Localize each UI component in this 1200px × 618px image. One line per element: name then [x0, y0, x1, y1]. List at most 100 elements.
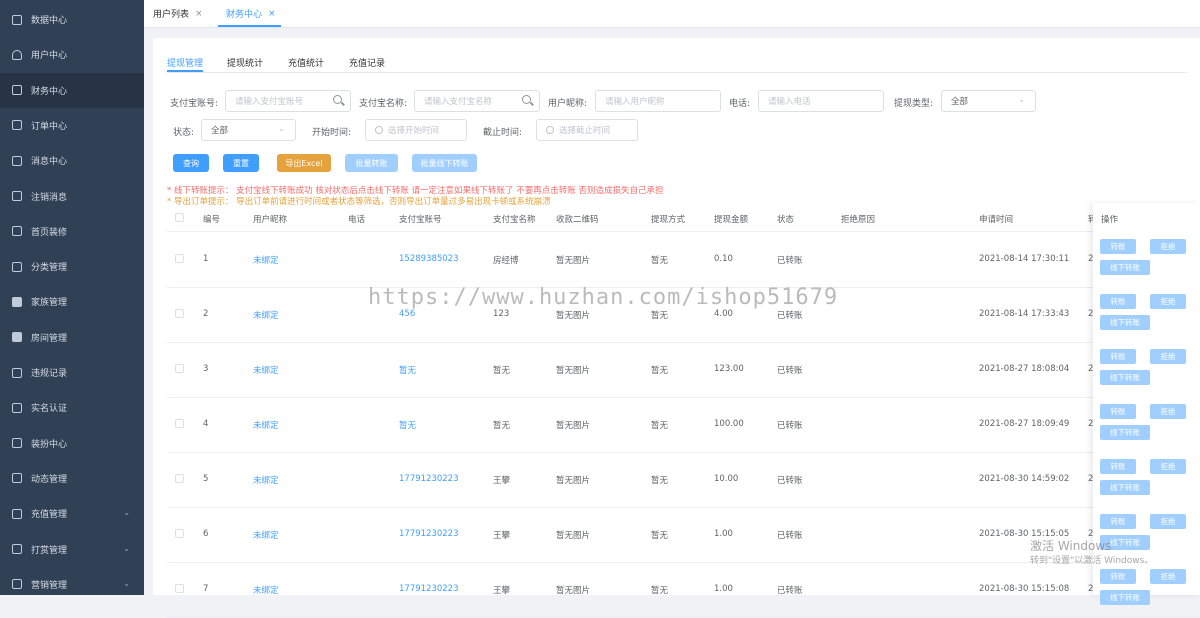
sidebar-item[interactable]: 充值管理 ⌄ — [0, 496, 144, 531]
alipay-account-label: 支付宝账号: — [170, 99, 219, 109]
sidebar-item[interactable]: 打赏管理 ⌄ — [0, 532, 144, 567]
cell-status: 已转账 — [777, 531, 803, 541]
reject-button[interactable]: 拒绝 — [1150, 459, 1186, 474]
room-icon — [12, 332, 22, 343]
start-time-picker[interactable]: 选择开始时间 — [365, 119, 467, 141]
cell-account[interactable]: 17791230223 — [399, 474, 459, 484]
reset-button[interactable]: 重置 — [223, 154, 259, 172]
export-excel-button[interactable]: 导出Excel — [277, 154, 331, 172]
reject-button[interactable]: 拒绝 — [1150, 349, 1186, 364]
transfer-button[interactable]: 转账 — [1100, 349, 1136, 364]
row-checkbox[interactable] — [175, 529, 184, 538]
reject-button[interactable]: 拒绝 — [1150, 514, 1186, 529]
cell-amount: 1.00 — [714, 529, 733, 539]
offline-transfer-button[interactable]: 线下转账 — [1100, 260, 1150, 275]
sidebar-item[interactable]: 家族管理 — [0, 284, 144, 319]
row-checkbox[interactable] — [175, 419, 184, 428]
cell-account[interactable]: 15289385023 — [399, 254, 459, 264]
main-content: 提现管理 提现统计 充值统计 充值记录 支付宝账号: 请输入支付宝账号 支付宝名… — [153, 38, 1200, 618]
cell-id: 2 — [203, 309, 209, 319]
cell-nickname[interactable]: 未绑定 — [253, 584, 279, 596]
sidebar-item[interactable]: 数据中心 — [0, 2, 144, 37]
alipay-name-input[interactable]: 请输入支付宝名称 — [414, 90, 540, 112]
reject-button[interactable]: 拒绝 — [1150, 569, 1186, 584]
phone-input[interactable]: 请输入电话 — [758, 90, 884, 112]
alipay-account-input[interactable]: 请输入支付宝账号 — [225, 90, 351, 112]
cell-amount: 0.10 — [714, 254, 733, 264]
cell-account[interactable]: 456 — [399, 309, 415, 319]
search-icon[interactable] — [522, 95, 531, 104]
reject-button[interactable]: 拒绝 — [1150, 294, 1186, 309]
sidebar-item-label: 营销管理 — [31, 580, 68, 591]
sidebar-item[interactable]: 违规记录 — [0, 355, 144, 390]
batch-transfer-button[interactable]: 批量转账 — [345, 154, 398, 172]
reject-button[interactable]: 拒绝 — [1150, 404, 1186, 419]
row-checkbox[interactable] — [175, 309, 184, 318]
offline-transfer-button[interactable]: 线下转账 — [1100, 370, 1150, 385]
cell-method: 暂无 — [651, 256, 669, 266]
transfer-button[interactable]: 转账 — [1100, 239, 1136, 254]
cell-account[interactable]: 暂无 — [399, 364, 416, 376]
reject-button[interactable]: 拒绝 — [1150, 239, 1186, 254]
cell-time: 2021-08-14 17:30:11 — [979, 254, 1070, 264]
sidebar-item[interactable]: 实名认证 — [0, 390, 144, 425]
offline-transfer-button[interactable]: 线下转账 — [1100, 480, 1150, 495]
status-select[interactable]: 全部 ⌄ — [201, 119, 296, 141]
offline-transfer-button[interactable]: 线下转账 — [1100, 425, 1150, 440]
transfer-button[interactable]: 转账 — [1100, 459, 1136, 474]
sidebar-item[interactable]: 订单中心 — [0, 108, 144, 143]
header-alipay-name: 支付宝名称 — [493, 215, 536, 225]
table-row: 3 未绑定 暂无 暂无 暂无图片 暂无 123.00 已转账 2021-08-27 18:08:… — [167, 342, 1200, 398]
row-checkbox[interactable] — [175, 364, 184, 373]
status-label: 状态: — [173, 128, 195, 138]
select-all-checkbox[interactable] — [175, 213, 184, 222]
sidebar-item-label: 首页装修 — [31, 227, 68, 238]
sidebar-item[interactable]: 消息中心 — [0, 143, 144, 178]
cell-qrcode: 暂无图片 — [556, 586, 591, 596]
row-checkbox[interactable] — [175, 254, 184, 263]
cell-nickname[interactable]: 未绑定 — [253, 529, 279, 541]
subtab-recharge-records[interactable]: 充值记录 — [349, 56, 385, 69]
sidebar-item[interactable]: 用户中心 — [0, 37, 144, 72]
sidebar-item[interactable]: 房间管理 — [0, 320, 144, 355]
cell-nickname[interactable]: 未绑定 — [253, 474, 279, 486]
cell-account[interactable]: 17791230223 — [399, 529, 459, 539]
sidebar-item[interactable]: 动态管理 — [0, 461, 144, 496]
cell-nickname[interactable]: 未绑定 — [253, 309, 279, 321]
cell-status: 已转账 — [777, 366, 803, 376]
row-checkbox[interactable] — [175, 474, 184, 483]
cell-nickname[interactable]: 未绑定 — [253, 254, 279, 266]
row-checkbox[interactable] — [175, 584, 184, 593]
batch-offline-transfer-button[interactable]: 批量线下转账 — [412, 154, 477, 172]
subtab-recharge-stats[interactable]: 充值统计 — [288, 56, 324, 69]
close-icon[interactable]: × — [268, 9, 276, 19]
transfer-button[interactable]: 转账 — [1100, 404, 1136, 419]
transfer-button[interactable]: 转账 — [1100, 294, 1136, 309]
cell-nickname[interactable]: 未绑定 — [253, 364, 279, 376]
offline-transfer-button[interactable]: 线下转账 — [1100, 315, 1150, 330]
transfer-button[interactable]: 转账 — [1100, 569, 1136, 584]
cell-id: 4 — [203, 419, 209, 429]
search-icon[interactable] — [333, 95, 342, 104]
sidebar-item[interactable]: 首页装修 — [0, 214, 144, 249]
sidebar-item[interactable]: 营销管理 ⌄ — [0, 567, 144, 602]
sidebar-item[interactable]: 装扮中心 — [0, 426, 144, 461]
transfer-button[interactable]: 转账 — [1100, 514, 1136, 529]
offline-transfer-button[interactable]: 线下转账 — [1100, 590, 1150, 605]
tab-finance-center[interactable]: 财务中心 × — [226, 0, 276, 27]
subtab-withdraw-stats[interactable]: 提现统计 — [227, 56, 263, 69]
sidebar-item[interactable]: 财务中心 — [0, 72, 144, 108]
close-icon[interactable]: × — [195, 9, 203, 19]
cell-nickname[interactable]: 未绑定 — [253, 419, 279, 431]
cell-account[interactable]: 暂无 — [399, 419, 416, 431]
nickname-input[interactable]: 请输入用户昵称 — [595, 90, 721, 112]
sidebar-item[interactable]: 分类管理 — [0, 249, 144, 284]
end-time-picker[interactable]: 选择截止时间 — [536, 119, 638, 141]
sidebar-item[interactable]: 注销消息 — [0, 179, 144, 214]
subtab-withdraw-manage[interactable]: 提现管理 — [167, 56, 203, 69]
withdraw-type-select[interactable]: 全部 ⌄ — [941, 90, 1036, 112]
cell-account[interactable]: 17791230223 — [399, 584, 459, 594]
tab-bar: 用户列表 × 财务中心 × — [144, 0, 1200, 28]
tab-user-list[interactable]: 用户列表 × — [153, 0, 203, 27]
query-button[interactable]: 查询 — [173, 154, 209, 172]
